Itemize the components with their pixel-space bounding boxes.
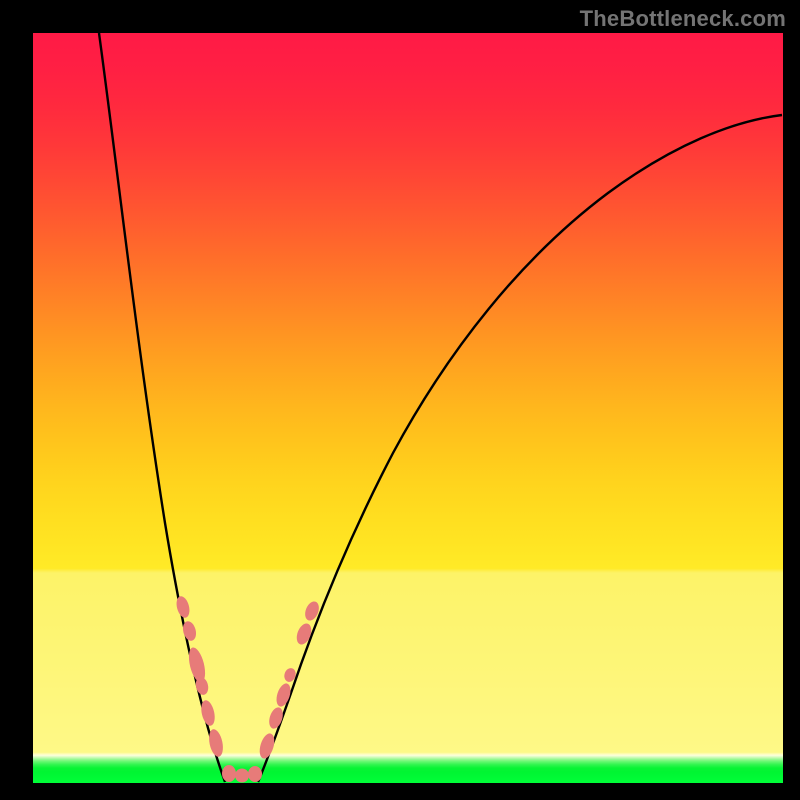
watermark-label: TheBottleneck.com — [580, 6, 786, 32]
marker-blob — [222, 765, 236, 782]
chart-frame: TheBottleneck.com — [0, 0, 800, 800]
gradient-background — [33, 33, 783, 783]
marker-blob — [248, 766, 262, 782]
plot-area — [33, 33, 783, 783]
marker-blob — [235, 769, 249, 783]
plot-svg — [33, 33, 783, 783]
